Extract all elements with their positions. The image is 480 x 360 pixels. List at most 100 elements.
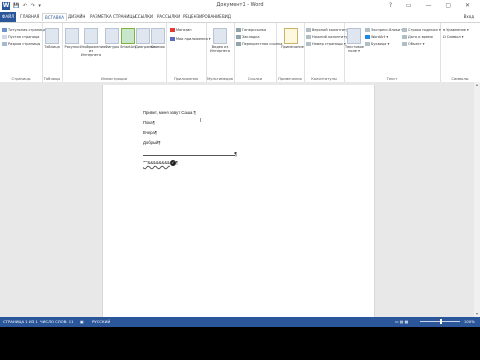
window-controls[interactable]: ? ▭ — ▢ ✕ [389, 2, 476, 9]
ribbon-tabs: ФАЙЛ ГЛАВНАЯ ВСТАВКА ДИЗАЙН РАЗМЕТКА СТР… [0, 12, 480, 22]
quick-parts-icon [365, 28, 370, 32]
date-time-icon [402, 35, 407, 39]
paragraph-4[interactable]: Добрый¶ [143, 140, 161, 145]
store-icon [170, 28, 175, 32]
pilcrow-mark: ¶ [154, 130, 158, 135]
blank-page-icon [2, 35, 7, 39]
tab-home[interactable]: ГЛАВНАЯ [20, 14, 39, 19]
tab-file[interactable]: ФАЙЛ [0, 12, 16, 22]
wordart-button[interactable]: WordArt ▾ [365, 35, 388, 39]
status-bar: СТРАНИЦА 1 ИЗ 1 ЧИСЛО СЛОВ: 11 ▣ РУССКИЙ… [0, 317, 480, 327]
screenshot-button[interactable]: Снимок [150, 28, 166, 49]
pilcrow-mark: ¶ [175, 160, 179, 166]
online-pictures-icon [84, 28, 98, 44]
smartart-button[interactable]: SmartArt [120, 28, 136, 49]
paragraph-2[interactable]: Пока¶ [143, 120, 155, 125]
document-page[interactable]: Привет, меня зовут Саша.¶ Ι Пока¶ Вчера¶… [102, 85, 375, 317]
paragraph-5[interactable]: """&&&&&&&&✓¶ [143, 160, 178, 166]
pilcrow-mark: ¶ [193, 110, 196, 115]
group-apps: Магазин Мои приложения ▾ Приложения [166, 23, 211, 82]
comment-icon [284, 28, 298, 44]
chart-icon [136, 28, 150, 44]
ribbon-insert: Титульная страница ▾ Пустая страница Раз… [0, 22, 480, 83]
pilcrow-mark: ¶ [234, 152, 238, 158]
cover-page-icon [2, 28, 7, 32]
group-label: Страницы [11, 77, 31, 81]
hyperlink-button[interactable]: Гиперссылка [236, 28, 266, 32]
pictures-button[interactable]: Рисунки [64, 28, 80, 49]
zoom-slider-thumb[interactable] [440, 319, 442, 324]
my-apps-button[interactable]: Мои приложения ▾ [170, 37, 211, 41]
paragraph-3[interactable]: Вчера¶ [143, 130, 157, 135]
signature-line-button[interactable]: Строка подписи ▾ [402, 28, 441, 32]
tab-insert[interactable]: ВСТАВКА [42, 13, 68, 21]
group-illustrations: Рисунки Изображения из Интернета Фигуры … [62, 23, 167, 82]
pictures-icon [65, 28, 79, 44]
store-button[interactable]: Магазин [170, 28, 192, 32]
word-count[interactable]: ЧИСЛО СЛОВ: 11 [40, 319, 74, 324]
group-header-footer: Верхний колонтитул ▾ Нижний колонтитул ▾… [304, 23, 353, 82]
group-label: Таблицы [43, 77, 61, 81]
bookmark-button[interactable]: Закладка [236, 35, 260, 39]
footer-icon [306, 35, 311, 39]
group-pages: Титульная страница ▾ Пустая страница Раз… [0, 23, 49, 82]
blank-page-button[interactable]: Пустая страница [2, 35, 39, 39]
pilcrow-mark: ¶ [158, 140, 161, 145]
zoom-level[interactable]: 100% [464, 319, 475, 324]
scroll-up-icon[interactable]: ▴ [474, 82, 480, 88]
document-area: Привет, меня зовут Саша.¶ Ι Пока¶ Вчера¶… [0, 82, 474, 317]
group-media: Видео из Интернета Мультимедиа [206, 23, 235, 82]
tab-references[interactable]: ССЫЛКИ [135, 14, 153, 19]
comment-button[interactable]: Примечание [281, 28, 304, 49]
sign-in-link[interactable]: Вход [464, 14, 474, 19]
quick-parts-button[interactable]: Экспресс-блоки ▾ [365, 28, 403, 32]
page-break-button[interactable]: Разрыв страницы [2, 42, 40, 46]
online-video-icon [213, 28, 227, 44]
page-number-icon [306, 42, 311, 46]
drop-cap-button[interactable]: Буквица ▾ [365, 42, 389, 46]
equation-button[interactable]: π Уравнение ▾ [443, 28, 469, 32]
online-video-button[interactable]: Видео из Интернета [210, 28, 230, 53]
page-number-button[interactable]: Номер страницы ▾ [306, 42, 346, 46]
tab-review[interactable]: РЕЦЕНЗИРОВАНИЕ [183, 14, 222, 19]
text-box-icon [347, 28, 361, 44]
symbol-button[interactable]: Ω Символ ▾ [443, 35, 463, 39]
chart-button[interactable]: Диаграмма [135, 28, 156, 49]
shapes-icon [105, 28, 119, 44]
tab-layout[interactable]: РАЗМЕТКА СТРАНИЦЫ [90, 14, 136, 19]
online-pictures-button[interactable]: Изображения из Интернета [80, 28, 105, 57]
view-buttons[interactable]: ▭ ▤ ▦ [395, 319, 408, 324]
word-window: W 💾 ↶ ↷ ▾ Документ1 - Word ? ▭ — ▢ ✕ ФАЙ… [0, 0, 480, 327]
tab-design[interactable]: ДИЗАЙН [68, 14, 85, 19]
my-apps-icon [170, 37, 175, 41]
screenshot-icon [151, 28, 165, 44]
paragraph-1[interactable]: Привет, меня зовут Саша.¶ [143, 110, 196, 115]
signature-line-icon [402, 28, 407, 32]
shapes-button[interactable]: Фигуры [104, 28, 120, 49]
proofing-icon[interactable]: ▣ [80, 319, 84, 324]
group-label: Примечания [278, 77, 302, 81]
tab-mailings[interactable]: РАССЫЛКИ [157, 14, 180, 19]
language[interactable]: РУССКИЙ [92, 319, 110, 324]
autocorrected-text: """&&&&&&&& [143, 160, 170, 166]
group-label: Символы [451, 77, 469, 81]
group-label: Приложения [173, 77, 199, 81]
table-icon [45, 28, 59, 44]
drop-cap-icon [365, 42, 370, 46]
wordart-icon [365, 35, 370, 39]
group-label: Иллюстрации [101, 77, 127, 81]
group-links: Гиперссылка Закладка Перекрестная ссылка… [234, 23, 282, 82]
horizontal-rule [143, 155, 235, 156]
text-cursor-icon: Ι [200, 118, 202, 124]
date-time-button[interactable]: Дата и время [402, 35, 433, 39]
text-box-button[interactable]: Текстовое поле ▾ [345, 28, 364, 53]
page-count[interactable]: СТРАНИЦА 1 ИЗ 1 [3, 319, 38, 324]
group-tables: Таблица Таблицы [42, 23, 63, 82]
object-button[interactable]: Объект ▾ [402, 42, 425, 46]
group-label: Мультимедиа [206, 77, 234, 81]
pilcrow-mark: ¶ [152, 120, 155, 125]
table-button[interactable]: Таблица [44, 28, 60, 49]
bookmark-icon [236, 35, 241, 39]
tab-view[interactable]: ВИД [222, 14, 231, 19]
vertical-scrollbar[interactable]: ▴ ▾ [474, 82, 480, 317]
